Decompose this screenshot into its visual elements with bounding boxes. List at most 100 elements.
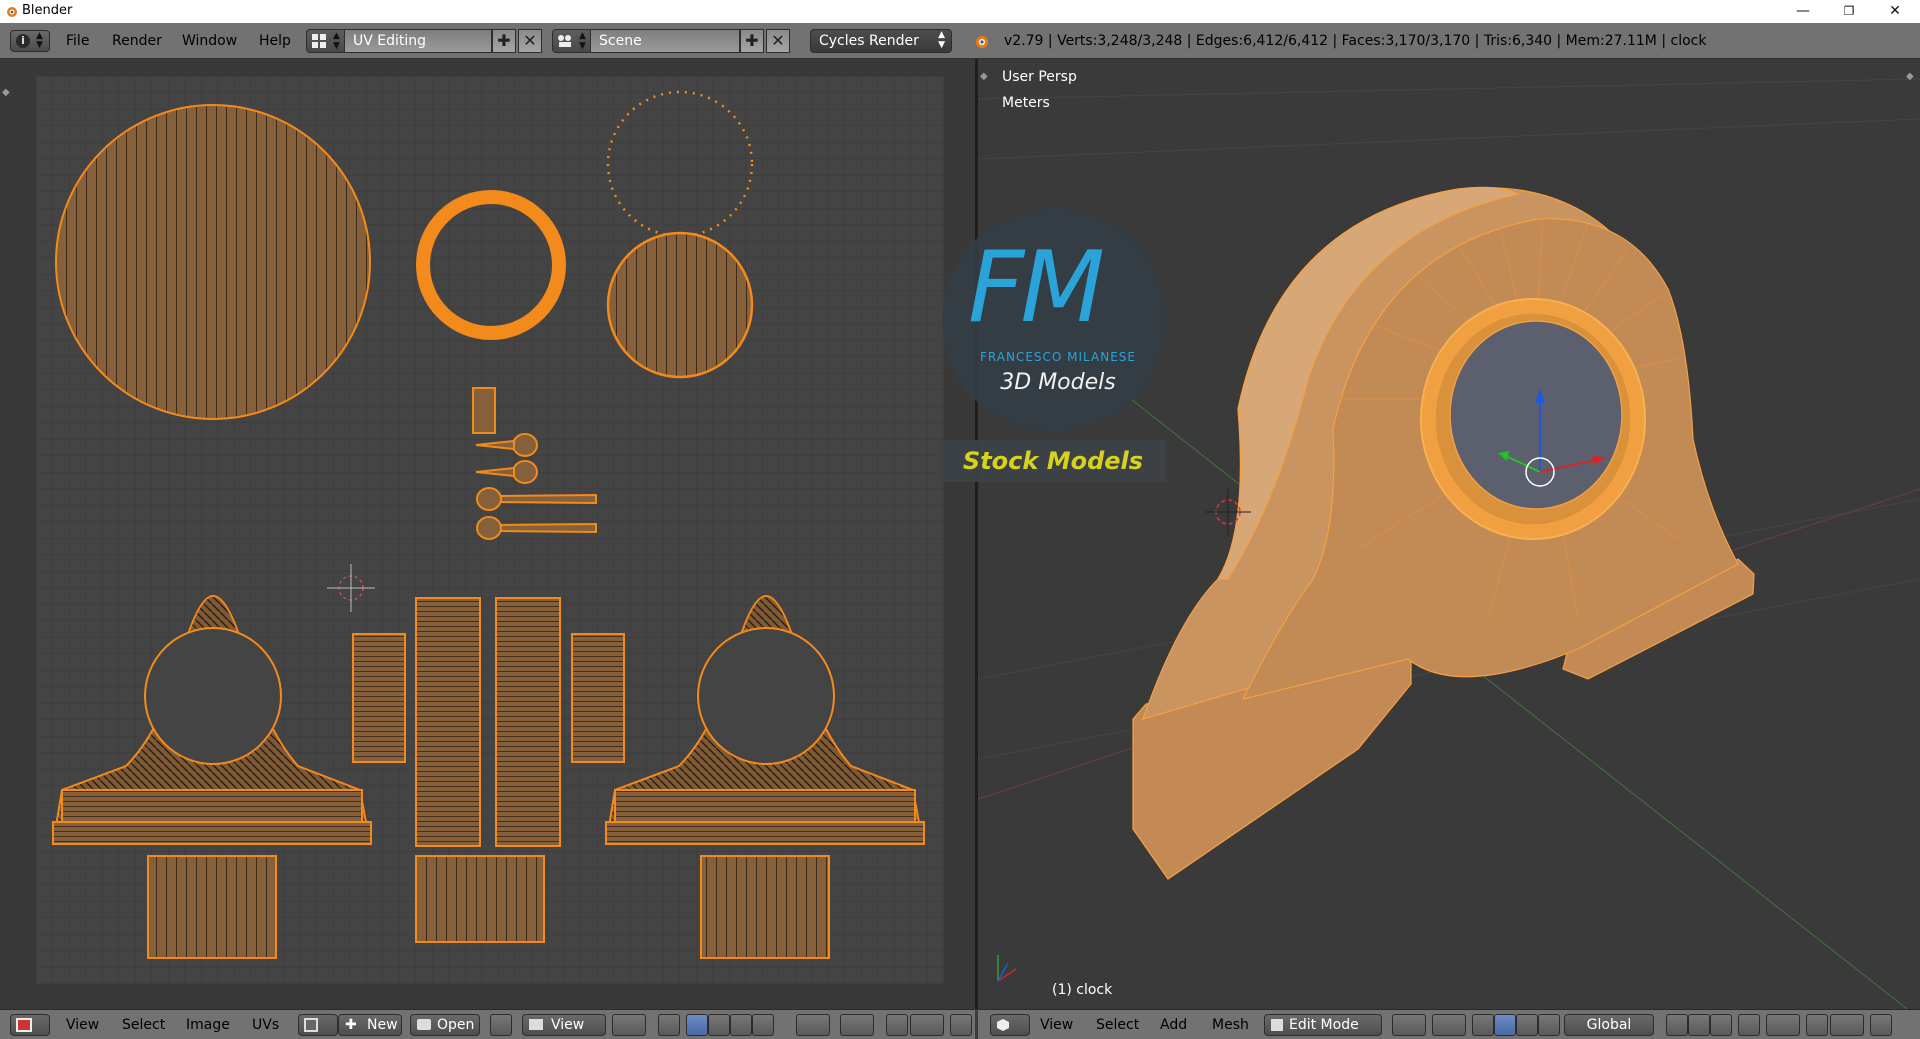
open-image-button[interactable]: Open [410,1014,480,1036]
add-scene-button[interactable]: ✚ [740,29,764,53]
remove-scene-button[interactable]: ✕ [766,29,790,53]
snap-element-icon[interactable] [1830,1014,1864,1036]
window-title: Blender [22,3,73,18]
render-engine-selector[interactable]: Cycles Render ▲ ▼ [810,29,952,53]
view-name-label: User Persp [1002,69,1077,85]
3d-view-header: View Select Add Mesh Edit Mode Global [978,1009,1920,1039]
add-layout-button[interactable]: ✚ [492,29,516,53]
sticky-select-mode-icon[interactable] [796,1014,830,1036]
active-object-label: (1) clock [1052,982,1113,998]
open-image-label: Open [437,1017,475,1033]
uv-editor-type-button[interactable] [10,1014,50,1036]
layout-icon [312,34,326,48]
image-editor-icon [16,1018,32,1032]
proportional-edit-icon[interactable] [840,1014,874,1036]
watermark-tagline: 3D Models [1000,370,1116,395]
remove-layout-button[interactable]: ✕ [518,29,542,53]
snap-element-icon[interactable] [910,1014,944,1036]
cube-icon [997,1019,1009,1031]
menu-file[interactable]: File [66,33,89,49]
updown-arrows-icon: ▲ ▼ [938,30,945,50]
snap-toggle-icon[interactable] [1806,1014,1828,1036]
interaction-mode-label: Edit Mode [1289,1017,1359,1033]
scene-name[interactable]: Scene [590,29,740,53]
edge-select-mode-icon[interactable] [1688,1014,1710,1036]
island-select-icon[interactable] [752,1014,774,1036]
new-image-label: New [367,1017,398,1033]
uv-island-face-disk [606,231,754,379]
close-window-button[interactable]: ✕ [1872,0,1918,23]
scale-manipulator-icon[interactable] [1538,1014,1560,1036]
scene-selector[interactable]: ▲ ▼ [552,29,592,53]
manipulator-toggle-icon[interactable] [1472,1014,1494,1036]
image-browse-button[interactable] [298,1014,338,1036]
3d-menu-view[interactable]: View [1040,1017,1073,1033]
clock-mesh [1132,186,1755,880]
updown-arrows-icon: ▲ ▼ [333,31,340,51]
region-toggle-right-icon[interactable]: ◆ [1906,71,1914,82]
edit-mode-icon [1271,1019,1283,1031]
updown-arrows-icon: ▲ ▼ [36,31,43,50]
minimize-button[interactable]: — [1780,0,1826,23]
uv-menu-image[interactable]: Image [186,1017,230,1033]
uv-view-mode-label: View [551,1017,585,1033]
vertex-select-mode-icon[interactable] [1666,1014,1688,1036]
region-toggle-left-icon[interactable]: ◆ [980,71,988,82]
uv-menu-select[interactable]: Select [122,1017,165,1033]
image-browse-icon [304,1018,318,1032]
uv-menu-uvs[interactable]: UVs [252,1017,279,1033]
blender-logo-icon [976,36,988,48]
3d-menu-add[interactable]: Add [1160,1017,1187,1033]
scene-statistics: v2.79 | Verts:3,248/3,248 | Edges:6,412/… [1004,33,1707,49]
editor-type-button[interactable]: i ▲ ▼ [10,30,50,52]
watermark-banner-text: Stock Models [962,447,1144,475]
proportional-edit-icon[interactable] [1766,1014,1800,1036]
watermark-author: FRANCESCO MILANESE [980,350,1136,364]
face-select-icon[interactable] [730,1014,752,1036]
face-select-mode-icon[interactable] [1710,1014,1732,1036]
restore-button[interactable]: ❐ [1826,0,1872,23]
uv-view-mode-dropdown[interactable]: View [522,1014,606,1036]
pivot-point-icon[interactable] [612,1014,646,1036]
3d-menu-select[interactable]: Select [1096,1017,1139,1033]
menu-render[interactable]: Render [112,33,162,49]
blender-app-icon [7,7,17,17]
sync-selection-icon[interactable] [658,1014,680,1036]
uv-menu-view[interactable]: View [66,1017,99,1033]
screen-layout-selector[interactable]: ▲ ▼ [306,29,346,53]
menu-window[interactable]: Window [182,33,237,49]
window-titlebar: Blender — ❐ ✕ [0,0,1920,23]
pin-image-icon[interactable] [490,1014,512,1036]
uv-grid-canvas[interactable] [36,76,944,984]
axis-indicator [997,955,1017,982]
snap-toggle-icon[interactable] [886,1014,908,1036]
interaction-mode-dropdown[interactable]: Edit Mode [1264,1014,1382,1036]
render-engine-label: Cycles Render [819,33,919,49]
info-icon: i [16,34,30,48]
rotate-manipulator-icon[interactable] [1516,1014,1538,1036]
watermark-logo-letters: FM [968,231,1105,345]
vertex-select-icon[interactable] [686,1014,708,1036]
fm-watermark: FM FRANCESCO MILANESE 3D Models Stock Mo… [940,208,1170,484]
screen-layout-name[interactable]: UV Editing [344,29,492,53]
uv-island-back-disk [55,104,371,420]
3d-menu-mesh[interactable]: Mesh [1212,1017,1249,1033]
info-header: i ▲ ▼ File Render Window Help ▲ ▼ UV Editi… [0,23,1920,59]
menu-help[interactable]: Help [259,33,291,49]
translate-manipulator-icon[interactable] [1494,1014,1516,1036]
new-image-button[interactable]: ✚ New [338,1014,402,1036]
viewport-shading-icon[interactable] [1392,1014,1426,1036]
view-mode-icon [529,1019,543,1030]
uv-image-editor[interactable]: ◆ [0,59,975,1009]
transform-orientation-dropdown[interactable]: Global [1564,1014,1654,1036]
transform-orientation-label: Global [1586,1017,1632,1033]
region-toggle-left-icon[interactable]: ◆ [2,87,10,98]
folder-icon [417,1019,431,1030]
pivot-point-icon[interactable] [1432,1014,1466,1036]
3d-viewport[interactable]: ◆ ◆ User Persp Meters (1) clock [978,59,1920,1009]
3d-editor-type-button[interactable] [990,1014,1030,1036]
edge-select-icon[interactable] [708,1014,730,1036]
limit-selection-icon[interactable] [1738,1014,1760,1036]
render-slot-icon[interactable] [950,1014,972,1036]
snap-target-icon[interactable] [1870,1014,1892,1036]
